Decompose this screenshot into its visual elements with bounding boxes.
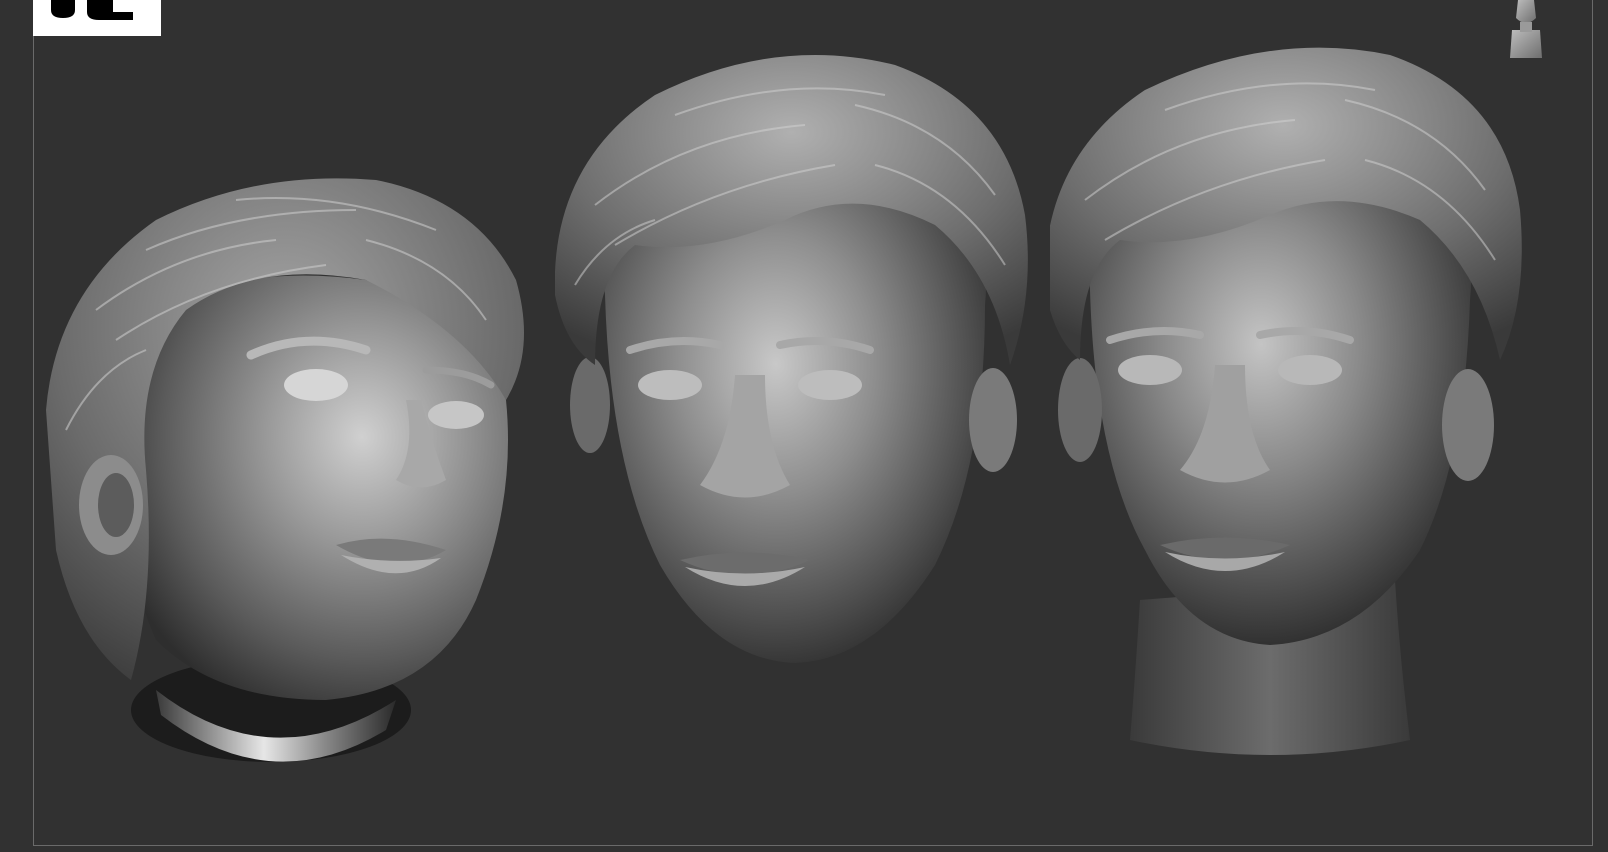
zbrush-viewport[interactable] — [0, 0, 1608, 852]
head-three-quarter-sculpt[interactable] — [36, 170, 546, 790]
logo-badge-icon — [33, 0, 161, 36]
head-with-neck-front-sculpt[interactable] — [1044, 40, 1555, 790]
face-mask-front-sculpt[interactable] — [554, 45, 1050, 695]
